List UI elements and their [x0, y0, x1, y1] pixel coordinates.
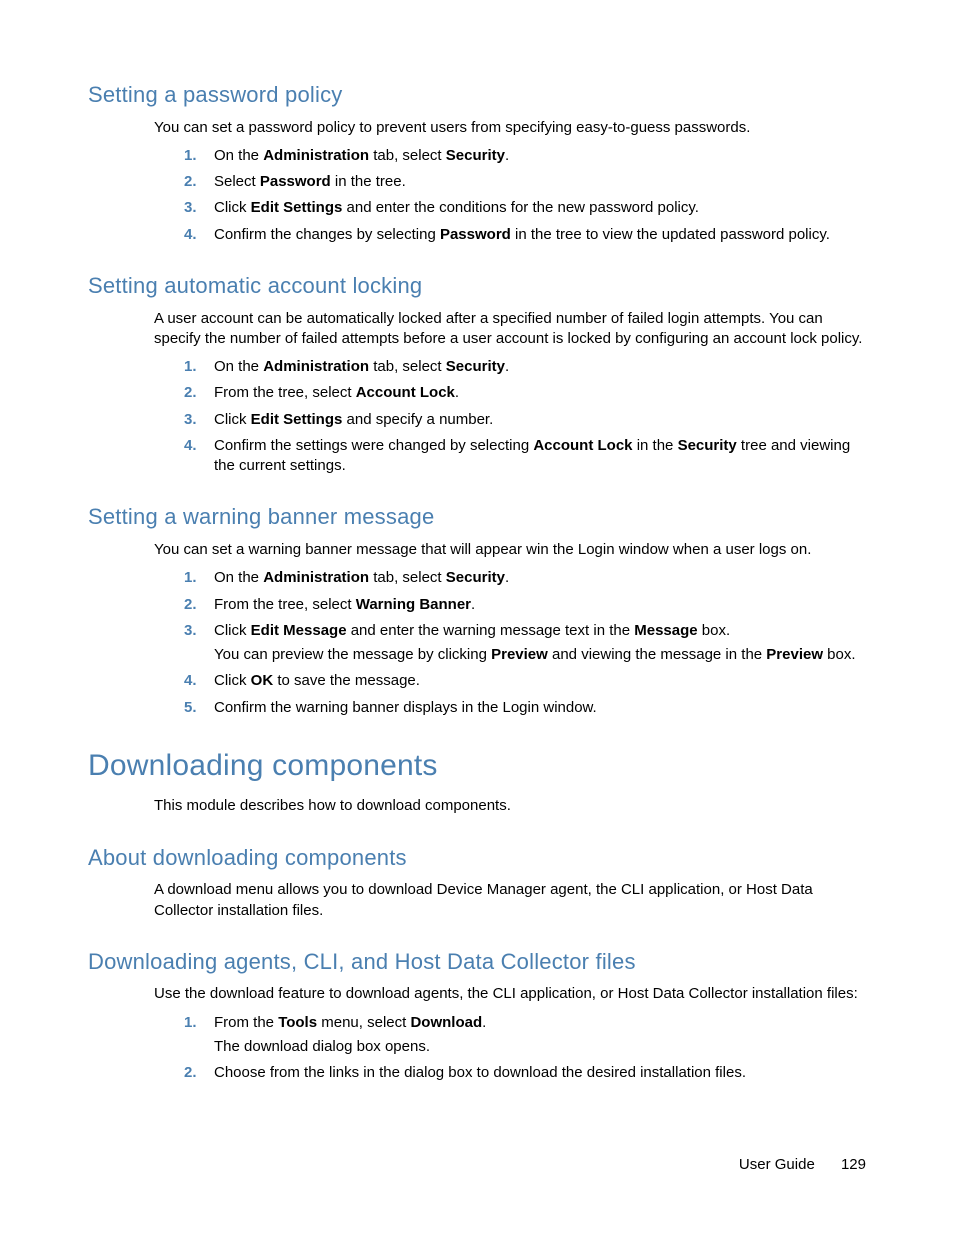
steps-account-locking: On the Administration tab, select Securi…: [184, 357, 866, 476]
list-item: Click Edit Message and enter the warning…: [184, 621, 866, 666]
list-item: Click OK to save the message.: [184, 671, 866, 691]
list-item: Confirm the changes by selecting Passwor…: [184, 225, 866, 245]
footer-label: User Guide: [739, 1156, 815, 1173]
intro-account-locking: A user account can be automatically lock…: [154, 309, 866, 350]
list-subtext: You can preview the message by clicking …: [214, 645, 866, 665]
list-item: Confirm the settings were changed by sel…: [184, 436, 866, 477]
page-footer: User Guide 129: [739, 1155, 866, 1175]
steps-password-policy: On the Administration tab, select Securi…: [184, 146, 866, 245]
list-item: On the Administration tab, select Securi…: [184, 146, 866, 166]
intro-warning-banner: You can set a warning banner message tha…: [154, 540, 866, 560]
steps-downloading-agents: From the Tools menu, select Download. Th…: [184, 1013, 866, 1084]
list-item: Confirm the warning banner displays in t…: [184, 698, 866, 718]
list-item: From the Tools menu, select Download. Th…: [184, 1013, 866, 1058]
list-subtext: The download dialog box opens.: [214, 1037, 866, 1057]
intro-downloading-agents: Use the download feature to download age…: [154, 984, 866, 1004]
list-item: Select Password in the tree.: [184, 172, 866, 192]
heading-password-policy: Setting a password policy: [88, 80, 866, 110]
heading-downloading-components: Downloading components: [88, 746, 866, 787]
page-number: 129: [841, 1155, 866, 1175]
list-item: Click Edit Settings and enter the condit…: [184, 198, 866, 218]
list-item: From the tree, select Warning Banner.: [184, 595, 866, 615]
intro-password-policy: You can set a password policy to prevent…: [154, 118, 866, 138]
steps-warning-banner: On the Administration tab, select Securi…: [184, 568, 866, 718]
list-item: On the Administration tab, select Securi…: [184, 357, 866, 377]
heading-downloading-agents: Downloading agents, CLI, and Host Data C…: [88, 947, 866, 977]
intro-downloading-components: This module describes how to download co…: [154, 796, 866, 816]
heading-warning-banner: Setting a warning banner message: [88, 502, 866, 532]
heading-account-locking: Setting automatic account locking: [88, 271, 866, 301]
heading-about-downloading: About downloading components: [88, 843, 866, 873]
list-item: Click Edit Settings and specify a number…: [184, 410, 866, 430]
list-item: On the Administration tab, select Securi…: [184, 568, 866, 588]
list-item: Choose from the links in the dialog box …: [184, 1063, 866, 1083]
list-item: From the tree, select Account Lock.: [184, 383, 866, 403]
intro-about-downloading: A download menu allows you to download D…: [154, 880, 866, 921]
